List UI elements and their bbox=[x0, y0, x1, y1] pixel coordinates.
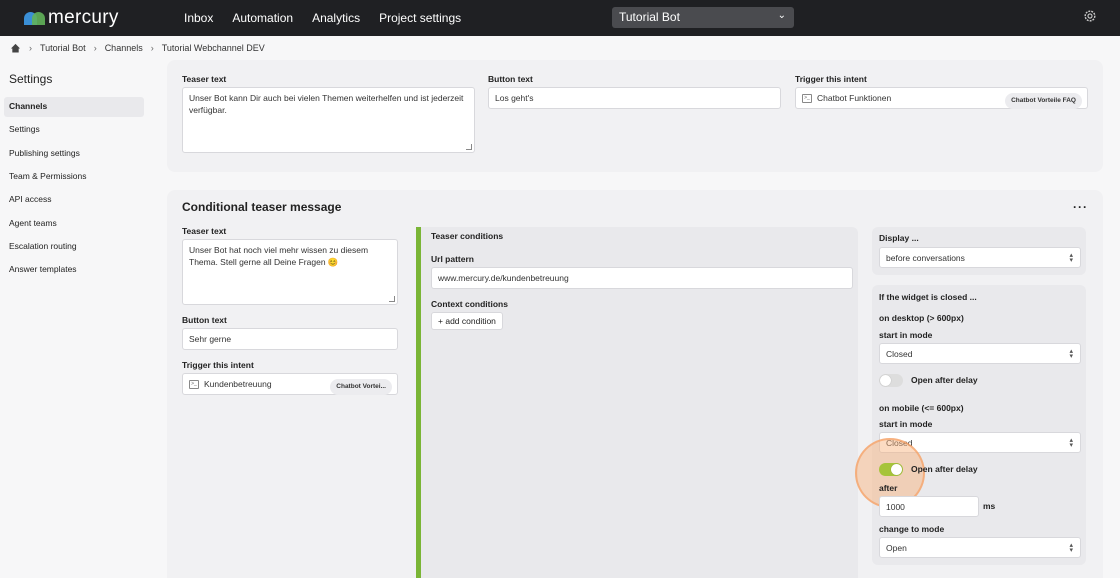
change-mode-label: change to mode bbox=[879, 524, 945, 534]
nav-project-settings[interactable]: Project settings bbox=[379, 11, 461, 25]
intent-tag: Chatbot Vortei... bbox=[330, 379, 392, 395]
conditional-teaser-text-input[interactable]: Unser Bot hat noch viel mehr wissen zu d… bbox=[182, 239, 398, 305]
chevron-down-icon: ⌄ bbox=[777, 10, 786, 21]
select-arrows-icon: ▴ ▾ bbox=[1069, 348, 1073, 360]
sidebar-title: Settings bbox=[9, 72, 53, 86]
display-select[interactable]: before conversations ▴ ▾ bbox=[879, 247, 1081, 268]
conditional-teaser-card: Conditional teaser message ··· Teaser te… bbox=[167, 190, 1103, 578]
desktop-toggle-label: Open after delay bbox=[911, 375, 978, 385]
add-condition-label: add condition bbox=[445, 316, 496, 326]
delay-unit: ms bbox=[983, 501, 996, 511]
sidebar-item-escalation[interactable]: Escalation routing bbox=[4, 237, 144, 257]
select-arrows-icon: ▴ ▾ bbox=[1069, 437, 1073, 449]
button-text-label: Button text bbox=[182, 315, 227, 325]
closed-title: If the widget is closed ... bbox=[879, 292, 977, 302]
bot-select-value: Tutorial Bot bbox=[619, 10, 680, 24]
change-mode-select[interactable]: Open ▴ ▾ bbox=[879, 537, 1081, 558]
display-label: Display ... bbox=[879, 233, 919, 243]
main-nav: Inbox Automation Analytics Project setti… bbox=[184, 0, 480, 36]
mobile-start-label: start in mode bbox=[879, 419, 933, 429]
sidebar-item-agent-teams[interactable]: Agent teams bbox=[4, 214, 144, 234]
teaser-conditions-title: Teaser conditions bbox=[431, 231, 504, 241]
settings-sidebar: Settings Channels Settings Publishing se… bbox=[0, 60, 150, 578]
sidebar-item-answer-templates[interactable]: Answer templates bbox=[4, 260, 144, 280]
sidebar-item-api[interactable]: API access bbox=[4, 190, 144, 210]
conditional-button-text-input[interactable]: Sehr gerne bbox=[182, 328, 398, 350]
select-arrows-icon: ▴ ▾ bbox=[1069, 252, 1073, 264]
breadcrumb: › Tutorial Bot › Channels › Tutorial Web… bbox=[10, 42, 265, 54]
sidebar-item-publishing[interactable]: Publishing settings bbox=[4, 144, 144, 164]
context-conditions-label: Context conditions bbox=[431, 299, 508, 309]
add-condition-button[interactable]: + add condition bbox=[431, 312, 503, 330]
intent-tag: Chatbot Vorteile FAQ bbox=[1005, 93, 1082, 109]
sidebar-item-channels[interactable]: Channels bbox=[4, 97, 144, 117]
resize-handle-icon[interactable] bbox=[466, 144, 472, 150]
teaser-card: Teaser text Unser Bot kann Dir auch bei … bbox=[167, 60, 1103, 172]
chevron-right-icon: › bbox=[29, 43, 32, 53]
conditions-accent-bar bbox=[416, 227, 421, 578]
top-bar: mercury Inbox Automation Analytics Proje… bbox=[0, 0, 1120, 36]
display-value: before conversations bbox=[886, 253, 965, 263]
button-text-input[interactable]: Los geht's bbox=[488, 87, 781, 109]
trigger-intent-label: Trigger this intent bbox=[182, 360, 254, 370]
home-icon[interactable] bbox=[10, 43, 21, 53]
plus-icon: + bbox=[438, 316, 443, 326]
nav-automation[interactable]: Automation bbox=[232, 11, 293, 25]
mercury-logo[interactable]: mercury bbox=[24, 7, 119, 28]
resize-handle-icon[interactable] bbox=[389, 296, 395, 302]
teaser-text-label: Teaser text bbox=[182, 74, 227, 84]
sidebar-item-settings[interactable]: Settings bbox=[4, 120, 144, 140]
conditional-title: Conditional teaser message bbox=[182, 200, 342, 214]
logo-text: mercury bbox=[48, 7, 119, 28]
logo-icon bbox=[24, 11, 45, 25]
breadcrumb-bot[interactable]: Tutorial Bot bbox=[40, 43, 86, 53]
chevron-right-icon: › bbox=[150, 43, 154, 53]
breadcrumb-channels[interactable]: Channels bbox=[105, 43, 143, 53]
gear-icon[interactable] bbox=[1083, 9, 1097, 23]
desktop-start-select[interactable]: Closed ▴ ▾ bbox=[879, 343, 1081, 364]
trigger-intent-value: Chatbot Funktionen bbox=[817, 93, 892, 103]
conditional-trigger-intent-select[interactable]: >_ Kundenbetreuung Chatbot Vortei... bbox=[182, 373, 398, 395]
nav-analytics[interactable]: Analytics bbox=[312, 11, 360, 25]
url-pattern-input[interactable]: www.mercury.de/kundenbetreuung bbox=[431, 267, 853, 289]
change-mode-value: Open bbox=[886, 543, 907, 553]
mobile-label: on mobile (<= 600px) bbox=[879, 403, 964, 413]
mobile-toggle-label: Open after delay bbox=[911, 464, 978, 474]
desktop-label: on desktop (> 600px) bbox=[879, 313, 964, 323]
trigger-intent-label: Trigger this intent bbox=[795, 74, 867, 84]
teaser-text-label: Teaser text bbox=[182, 226, 227, 236]
more-options-icon[interactable]: ··· bbox=[1073, 200, 1088, 214]
url-pattern-label: Url pattern bbox=[431, 254, 474, 264]
button-text-value: Los geht's bbox=[495, 93, 534, 103]
conditional-trigger-intent-value: Kundenbetreuung bbox=[204, 379, 272, 389]
teaser-text-input[interactable]: Unser Bot kann Dir auch bei vielen Theme… bbox=[182, 87, 475, 153]
breadcrumb-channel[interactable]: Tutorial Webchannel DEV bbox=[162, 43, 265, 53]
conditional-teaser-text-value: Unser Bot hat noch viel mehr wissen zu d… bbox=[189, 245, 369, 267]
trigger-intent-select[interactable]: >_ Chatbot Funktionen Chatbot Vorteile FA… bbox=[795, 87, 1088, 109]
desktop-start-label: start in mode bbox=[879, 330, 933, 340]
intent-icon: >_ bbox=[802, 94, 812, 104]
button-text-label: Button text bbox=[488, 74, 533, 84]
sidebar-item-team[interactable]: Team & Permissions bbox=[4, 167, 144, 187]
intent-icon: >_ bbox=[189, 380, 199, 390]
desktop-open-delay-toggle[interactable] bbox=[879, 374, 903, 387]
select-arrows-icon: ▴ ▾ bbox=[1069, 542, 1073, 554]
teaser-text-value: Unser Bot kann Dir auch bei vielen Theme… bbox=[189, 93, 464, 115]
nav-inbox[interactable]: Inbox bbox=[184, 11, 213, 25]
after-label: after bbox=[879, 483, 898, 493]
bot-select[interactable]: Tutorial Bot ⌄ bbox=[612, 7, 794, 28]
mobile-open-delay-toggle[interactable] bbox=[879, 463, 903, 476]
delay-value: 1000 bbox=[886, 502, 905, 512]
url-pattern-value: www.mercury.de/kundenbetreuung bbox=[438, 273, 569, 283]
conditional-button-text-value: Sehr gerne bbox=[189, 334, 232, 344]
delay-input[interactable]: 1000 bbox=[879, 496, 979, 517]
chevron-right-icon: › bbox=[93, 43, 97, 53]
desktop-start-value: Closed bbox=[886, 349, 913, 359]
